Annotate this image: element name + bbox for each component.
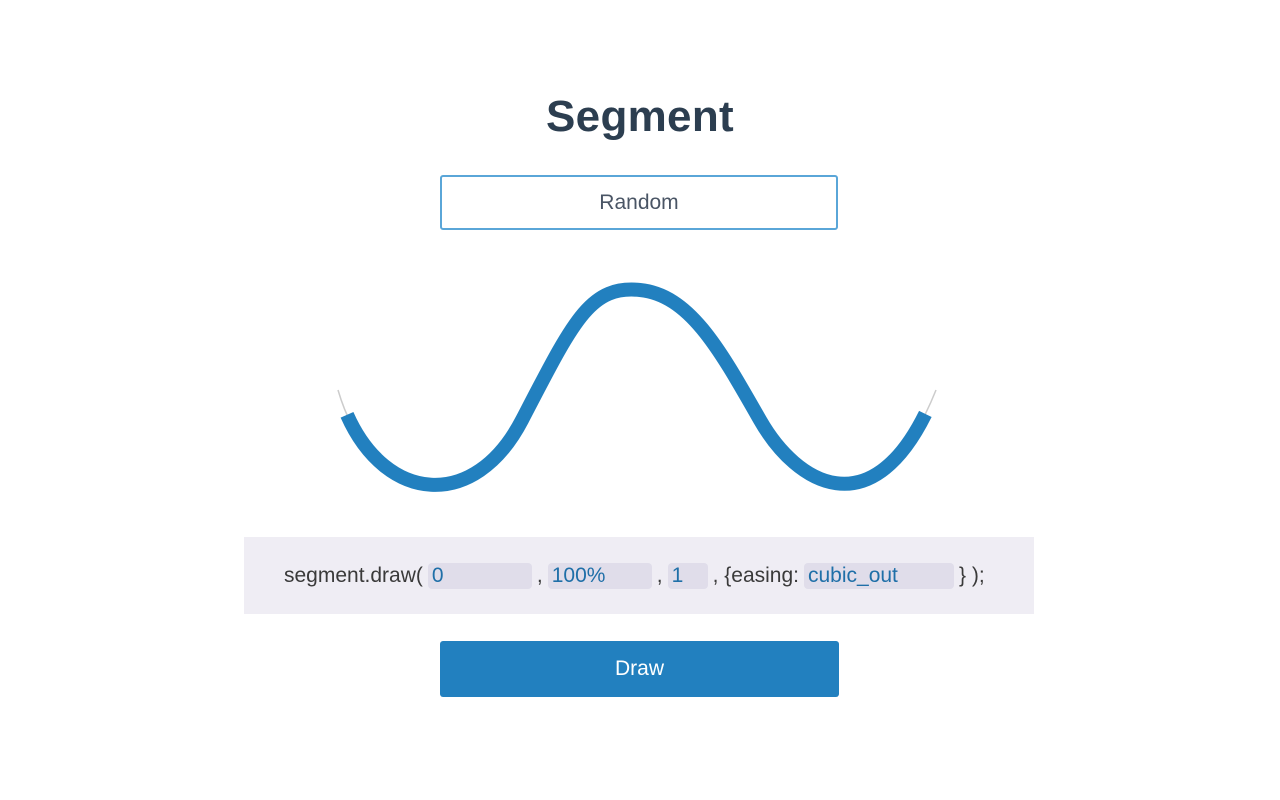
code-suffix: } );	[958, 563, 985, 587]
preset-select-value: Random	[599, 191, 679, 214]
segment-curve-canvas	[331, 282, 943, 492]
start-input[interactable]: 0	[427, 562, 532, 589]
code-separator-3: , {easing:	[712, 563, 799, 587]
segment-demo-page: Segment Random segment.draw( 0 , 100% , …	[0, 0, 1280, 800]
segment-path	[331, 282, 943, 492]
guide-path	[337, 288, 937, 486]
code-separator-2: ,	[656, 563, 663, 587]
code-separator-1: ,	[536, 563, 543, 587]
easing-input[interactable]: cubic_out	[803, 562, 954, 589]
page-title: Segment	[546, 92, 734, 141]
preset-select[interactable]: Random	[440, 175, 838, 230]
code-panel: segment.draw( 0 , 100% , 1 , {easing: cu…	[244, 537, 1034, 614]
code-prefix: segment.draw(	[284, 563, 423, 587]
end-input[interactable]: 100%	[547, 562, 652, 589]
draw-button[interactable]: Draw	[440, 641, 839, 697]
duration-input[interactable]: 1	[667, 562, 708, 589]
